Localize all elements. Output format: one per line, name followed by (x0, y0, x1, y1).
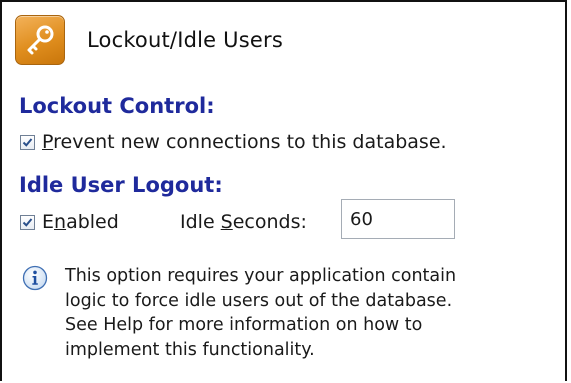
info-line: logic to force idle users out of the dat… (65, 290, 453, 311)
idle-seconds-input[interactable] (341, 199, 455, 239)
idle-user-logout-heading: Idle User Logout: (19, 173, 223, 197)
info-icon (22, 265, 48, 291)
info-note: This option requires your application co… (22, 264, 571, 362)
info-line: This option requires your application co… (65, 266, 457, 286)
page-title: Lockout/Idle Users (87, 28, 283, 52)
checkmark-icon (22, 137, 33, 147)
lockout-idle-users-panel: Lockout/Idle Users Lockout Control: Prev… (0, 0, 567, 381)
prevent-connections-label: Prevent new connections to this database… (42, 131, 447, 153)
prevent-connections-checkbox[interactable] (20, 134, 35, 150)
idle-seconds-label-rest: econds: (232, 211, 307, 233)
info-line: See Help for more information on how to (65, 315, 423, 335)
checkmark-icon (22, 217, 33, 227)
enabled-mnemonic: n (54, 211, 67, 233)
enabled-label-first: E (42, 211, 55, 233)
panel-header: Lockout/Idle Users (15, 15, 283, 65)
enabled-label-rest: abled (66, 211, 119, 233)
key-icon (15, 15, 65, 65)
enabled-checkbox-row[interactable]: Enabled (20, 211, 119, 233)
lockout-control-heading: Lockout Control: (19, 94, 215, 118)
idle-seconds-label-first: Idle (180, 211, 221, 233)
prevent-label-rest: revent new connections to this database. (53, 131, 447, 153)
info-line: implement this functionality. (65, 339, 315, 360)
idle-seconds-mnemonic: S (220, 211, 233, 233)
prevent-mnemonic: P (42, 131, 54, 153)
prevent-connections-checkbox-row[interactable]: Prevent new connections to this database… (20, 131, 447, 153)
idle-seconds-label: Idle Seconds: (180, 211, 307, 233)
info-text: This option requires your application co… (65, 264, 571, 362)
enabled-label: Enabled (42, 211, 119, 233)
enabled-checkbox[interactable] (20, 214, 35, 230)
